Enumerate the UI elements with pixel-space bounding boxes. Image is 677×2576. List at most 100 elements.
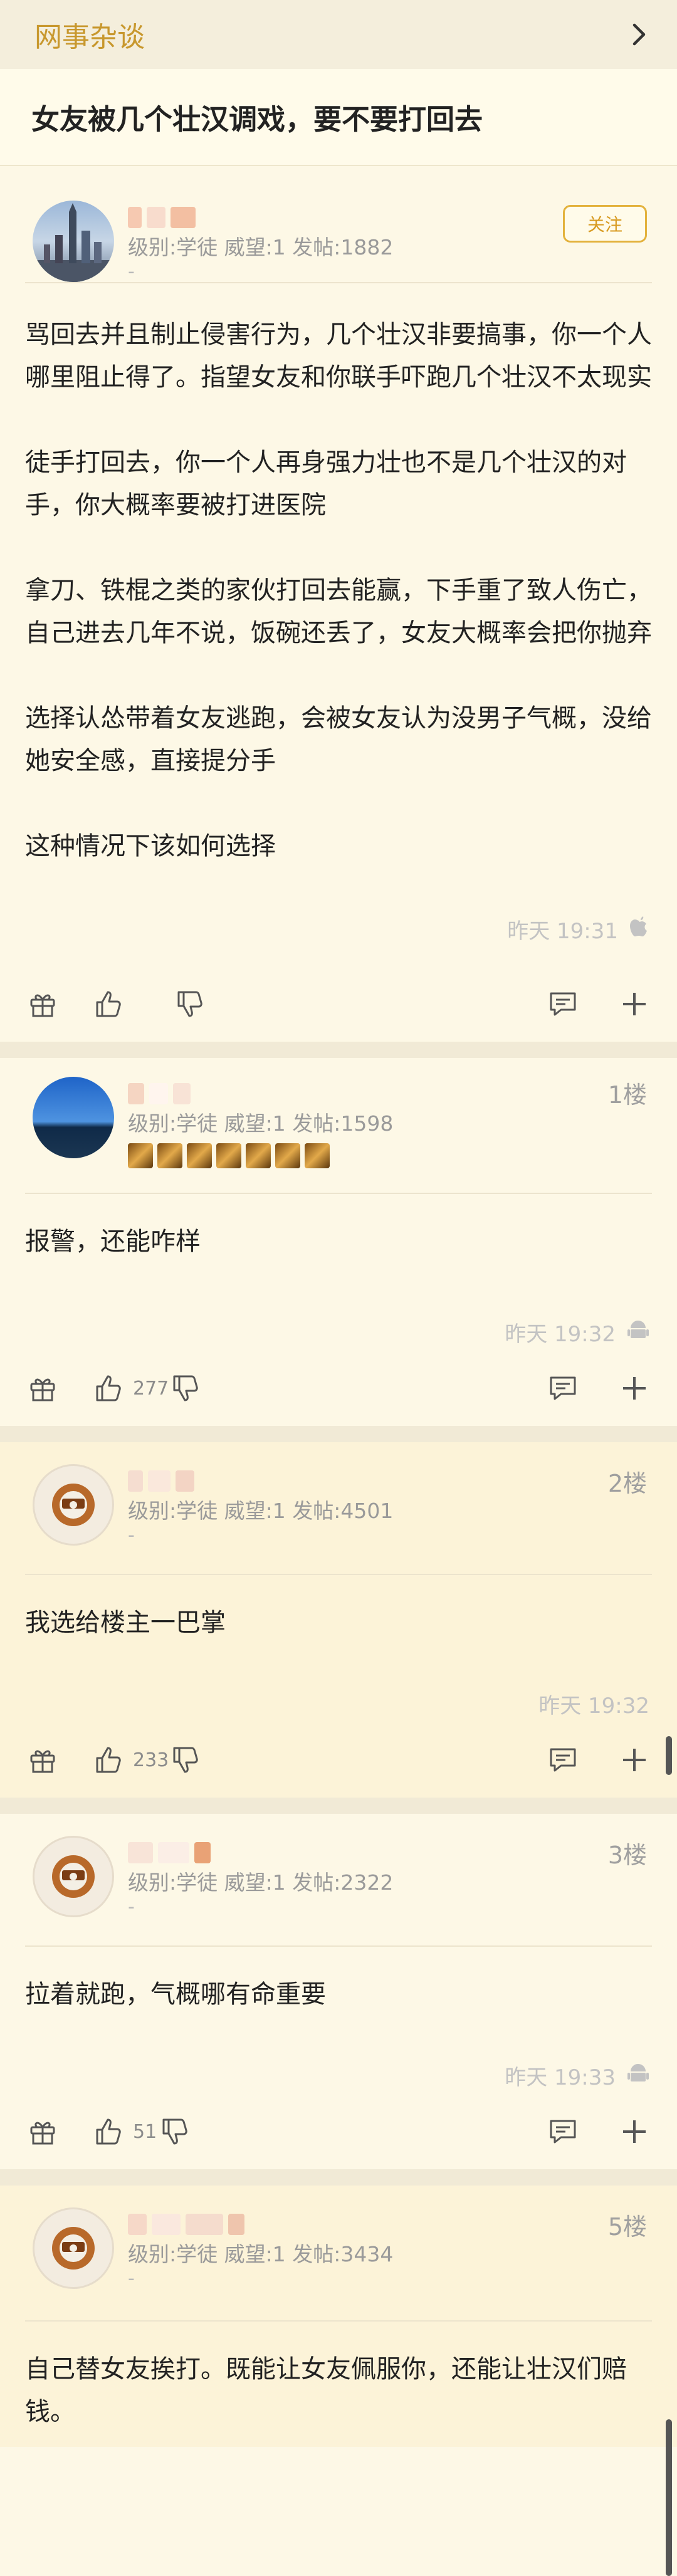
avatar[interactable] [33,2207,114,2289]
thumbs-up-icon[interactable] [92,2114,127,2149]
author-meta: 级别:学徒 威望:1 发帖:1882 [128,235,394,259]
reply-content: 拉着就跑，气概哪有命重要 [0,1947,677,2056]
gift-icon[interactable] [25,1371,60,1406]
apple-icon [629,915,649,943]
medal-icon [305,1143,330,1168]
gift-icon[interactable] [25,1742,60,1778]
avatar[interactable] [33,1464,114,1546]
reply-floor-2: 级别:学徒 威望:1 发帖:4501 - 2楼 我选给楼主一巴掌 昨天 19:3… [0,1442,677,1798]
thumbs-up-icon[interactable] [92,1742,127,1778]
post-time-row: 昨天 19:31 [0,910,677,948]
like-count: 51 [133,2120,157,2143]
reply-text: 自己替女友挨打。既能让女友佩服你，还能让壮汉们赔钱。 [25,2355,627,2426]
avatar[interactable] [33,201,114,282]
author-meta: 级别:学徒 威望:1 发帖:3434 [128,2242,394,2266]
author-meta: 级别:学徒 威望:1 发帖:4501 [128,1499,394,1523]
reply-actions: 277 [0,1351,677,1426]
post-separator [0,1042,677,1058]
floor-number: 2楼 [607,1470,647,1497]
post-separator [0,2169,677,2186]
medal-icon [275,1143,300,1168]
reply-actions-left: 277 [25,1371,204,1406]
plus-icon[interactable] [617,987,652,1022]
username-blurred [128,1841,393,1865]
comment-icon[interactable] [545,1742,580,1778]
top-bar: 网事杂谈 [0,0,677,69]
thumbs-up-icon[interactable] [92,1371,127,1406]
chevron-right-icon[interactable] [627,22,652,47]
reply-floor-3: 级别:学徒 威望:1 发帖:2322 - 3楼 拉着就跑，气概哪有命重要 昨天 … [0,1814,677,2169]
plus-icon[interactable] [617,2114,652,2149]
username-blurred [128,1469,393,1493]
reply-actions-left: 51 [25,2114,193,2149]
floor-number: 1楼 [607,1081,647,1109]
post-paragraph: 徒手打回去，你一个人再身强力壮也不是几个壮汉的对手，你大概率要被打进医院 [25,448,627,520]
post-separator [0,1798,677,1814]
avatar[interactable] [33,1836,114,1917]
scrollbar-thumb[interactable] [666,2419,672,2576]
reply-author: 级别:学徒 威望:1 发帖:3434 - 5楼 [0,2186,677,2320]
author-meta: 级别:学徒 威望:1 发帖:2322 [128,1870,394,1895]
author-signature: - [128,2268,135,2290]
comment-icon[interactable] [545,2114,580,2149]
forum-name-link[interactable]: 网事杂谈 [34,14,145,55]
medal-icon [246,1143,271,1168]
post-paragraph: 选择认怂带着女友逃跑，会被女友认为没男子气概，没给她安全感，直接提分手 [25,704,652,775]
author-signature: - [128,1524,135,1546]
author-signature: - [128,1896,135,1918]
reply-time: 昨天 19:32 [505,1321,616,1347]
author-info: 级别:学徒 威望:1 发帖:1598 [128,1077,393,1168]
thumbs-down-icon[interactable] [169,1371,204,1406]
post-author: 级别:学徒 威望:1 发帖:1882 - 关注 [0,166,677,283]
reply-content: 报警，还能咋样 [0,1194,677,1313]
medal-icon [216,1143,241,1168]
comment-icon[interactable] [545,987,580,1022]
like-count: 277 [133,1377,169,1400]
post-paragraph: 骂回去并且制止侵害行为，几个壮汉非要搞事，你一个人哪里阻止得了。指望女友和你联手… [25,320,652,392]
reply-actions-right [545,1742,652,1778]
post-content: 骂回去并且制止侵害行为，几个壮汉非要搞事，你一个人哪里阻止得了。指望女友和你联手… [0,283,677,973]
author-info: 级别:学徒 威望:1 发帖:2322 - [128,1836,393,1918]
reply-time-row: 昨天 19:32 [0,1685,677,1722]
scrollbar-thumb[interactable] [666,1736,672,1775]
thumbs-down-icon[interactable] [173,987,208,1022]
author-info: 级别:学徒 威望:1 发帖:4501 - [128,1464,393,1546]
reply-time: 昨天 19:33 [505,2065,616,2090]
medal-icon [128,1143,153,1168]
android-icon [627,1318,649,1346]
post-paragraph: 这种情况下该如何选择 [25,832,276,861]
post-actions-left [25,987,208,1022]
username-blurred [128,2212,393,2236]
author-signature: - [128,261,135,283]
reply-time-row: 昨天 19:33 [0,2056,677,2094]
original-post: 级别:学徒 威望:1 发帖:1882 - 关注 骂回去并且制止侵害行为，几个壮汉… [0,166,677,1042]
username-blurred [128,206,393,229]
plus-icon[interactable] [617,1371,652,1406]
post-time: 昨天 19:31 [507,918,618,944]
post-separator [0,1426,677,1442]
author-info: 级别:学徒 威望:1 发帖:1882 - [128,201,393,283]
post-paragraph: 拿刀、铁棍之类的家伙打回去能赢，下手重了致人伤亡，自己进去几年不说，饭碗还丢了，… [25,576,652,647]
gift-icon[interactable] [25,987,60,1022]
post-actions [0,966,677,1042]
reply-content: 我选给楼主一巴掌 [0,1575,677,1685]
thread-title: 女友被几个壮汉调戏，要不要打回去 [31,103,483,136]
medal-icon [187,1143,212,1168]
post-actions-right [545,987,652,1022]
reply-text: 拉着就跑，气概哪有命重要 [25,1980,326,2009]
thumbs-down-icon[interactable] [158,2114,193,2149]
android-icon [627,2061,649,2090]
reply-floor-1: 级别:学徒 威望:1 发帖:1598 1楼 报警，还能咋样 昨天 19:32 2… [0,1058,677,1426]
reply-floor-5: 级别:学徒 威望:1 发帖:3434 - 5楼 自己替女友挨打。既能让女友佩服你… [0,2186,677,2447]
username-blurred [128,1082,393,1106]
thread-title-bar: 女友被几个壮汉调戏，要不要打回去 [0,69,677,166]
thumbs-up-icon[interactable] [92,987,127,1022]
reply-text: 报警，还能咋样 [25,1227,201,1256]
thumbs-down-icon[interactable] [169,1742,204,1778]
avatar[interactable] [33,1077,114,1158]
follow-button[interactable]: 关注 [563,205,647,243]
comment-icon[interactable] [545,1371,580,1406]
plus-icon[interactable] [617,1742,652,1778]
gift-icon[interactable] [25,2114,60,2149]
reply-content: 自己替女友挨打。既能让女友佩服你，还能让壮汉们赔钱。 [0,2322,677,2447]
